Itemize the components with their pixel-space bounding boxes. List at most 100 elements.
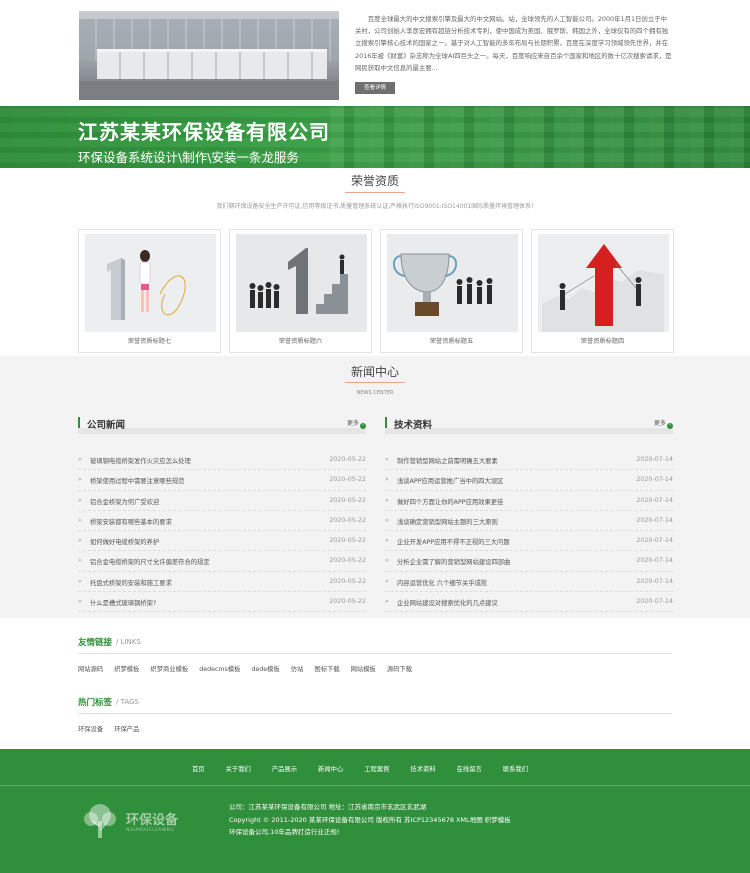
list-item[interactable]: » 做好四个方面让你的APP应用效果更佳 2020-07-14 bbox=[385, 491, 673, 511]
more-arrow-icon[interactable]: › bbox=[360, 423, 366, 429]
footer-logo: 环保设备 NOUMOUCLEANING bbox=[80, 801, 200, 841]
list-item[interactable]: » 托盘式桥架的安装和施工要求 2020-05-22 bbox=[78, 572, 366, 593]
friend-link[interactable]: 仿站 bbox=[291, 666, 304, 673]
news-item-title[interactable]: 浅谈确定营销型网站主题的三大原则 bbox=[397, 517, 498, 526]
news-item-title[interactable]: 企业开发APP应用不得不正视的三大问题 bbox=[397, 537, 510, 546]
news-item-date: 2020-07-14 bbox=[636, 476, 673, 484]
honor-caption[interactable]: 荣誉资质标题四 bbox=[532, 336, 673, 345]
footer-nav-item[interactable]: 工程案例 bbox=[364, 764, 389, 773]
list-item[interactable]: » 浅谈APP应用运营推广当中的四大误区 2020-07-14 bbox=[385, 470, 673, 491]
news-item-date: 2020-07-14 bbox=[636, 577, 673, 585]
list-item[interactable]: » 分析企业需了解的营销型网站建设四部曲 2020-07-14 bbox=[385, 551, 673, 572]
bullet-arrow-icon: » bbox=[78, 537, 82, 545]
list-item[interactable]: » 玻璃钢电缆桥架发作火灾应怎么处理 2020-05-22 bbox=[78, 450, 366, 471]
news-item-title[interactable]: 企业网站建设对搜索优化的几点建议 bbox=[397, 598, 498, 607]
list-item[interactable]: » 铝合金电缆桥架的尺寸允许偏差符合的规定 2020-05-22 bbox=[78, 551, 366, 572]
honor-illustration-trophy bbox=[387, 234, 518, 332]
list-item[interactable]: » 桥架使用过程中需要注意哪些规范 2020-05-22 bbox=[78, 470, 366, 491]
list-item[interactable]: » 如何做好电缆桥架的养护 2020-05-22 bbox=[78, 531, 366, 552]
friend-link[interactable]: 图标下载 bbox=[314, 666, 339, 673]
honor-caption[interactable]: 荣誉资质标题七 bbox=[79, 336, 220, 345]
more-label[interactable]: 更多 bbox=[347, 420, 359, 427]
friend-link[interactable]: 织梦模板 bbox=[114, 666, 139, 673]
honor-card[interactable]: 荣誉资质标题五 bbox=[380, 229, 523, 353]
news-item-title[interactable]: 制作营销型网站之前需明确五大要素 bbox=[397, 456, 498, 465]
footer-nav-item[interactable]: 技术资料 bbox=[410, 764, 435, 773]
footer: 首页 关于我们 产品展示 新闻中心 工程案例 技术资料 在线留言 联系我们 环保… bbox=[0, 749, 750, 873]
about-more-button[interactable]: 查看详情 bbox=[355, 82, 395, 94]
list-item[interactable]: » 企业开发APP应用不得不正视的三大问题 2020-07-14 bbox=[385, 531, 673, 552]
news-item-title[interactable]: 内容运营优化 六个细节关乎成败 bbox=[397, 578, 487, 587]
tags-header: 热门标签 / TAGS bbox=[78, 694, 672, 714]
more-arrow-icon[interactable]: › bbox=[667, 423, 673, 429]
news-item-title[interactable]: 桥架使用过程中需要注意哪些规范 bbox=[90, 476, 184, 485]
bullet-arrow-icon: » bbox=[385, 577, 389, 585]
honor-caption[interactable]: 荣誉资质标题五 bbox=[381, 336, 522, 345]
honor-illustration-red-arrow bbox=[538, 234, 669, 332]
list-item[interactable]: » 企业网站建设对搜索优化的几点建议 2020-07-14 bbox=[385, 592, 673, 613]
tech-docs-more-link[interactable]: 更多 › bbox=[654, 418, 673, 429]
honor-caption[interactable]: 荣誉资质标题六 bbox=[230, 336, 371, 345]
honor-card[interactable]: 荣誉资质标题七 bbox=[78, 229, 221, 353]
footer-nav-item[interactable]: 产品展示 bbox=[272, 764, 297, 773]
news-item-title[interactable]: 铝合金电缆桥架的尺寸允许偏差符合的规定 bbox=[90, 557, 210, 566]
footer-nav-item[interactable]: 关于我们 bbox=[226, 764, 251, 773]
list-item[interactable]: » 浅谈确定营销型网站主题的三大原则 2020-07-14 bbox=[385, 511, 673, 532]
news-item-title[interactable]: 做好四个方面让你的APP应用效果更佳 bbox=[397, 497, 503, 506]
news-item-date: 2020-07-14 bbox=[636, 537, 673, 545]
friend-link[interactable]: 网站模板 bbox=[351, 666, 376, 673]
honor-card[interactable]: 荣誉资质标题四 bbox=[531, 229, 674, 353]
news-item-title[interactable]: 分析企业需了解的营销型网站建设四部曲 bbox=[397, 557, 510, 566]
tags-title: 热门标签 bbox=[78, 698, 113, 708]
photo-ground bbox=[79, 81, 339, 100]
friend-link[interactable]: 网站源码 bbox=[78, 666, 103, 673]
friend-link[interactable]: dede模板 bbox=[251, 666, 279, 673]
tag-link[interactable]: 环保设备 bbox=[78, 726, 103, 733]
tech-docs-list: » 制作营销型网站之前需明确五大要素 2020-07-14 » 浅谈APP应用运营推广… bbox=[385, 450, 673, 613]
news-item-title[interactable]: 浅谈APP应用运营推广当中的四大误区 bbox=[397, 476, 503, 485]
more-label[interactable]: 更多 bbox=[654, 420, 666, 427]
footer-nav-item[interactable]: 新闻中心 bbox=[318, 764, 343, 773]
footer-nav-item[interactable]: 在线留言 bbox=[457, 764, 482, 773]
list-item[interactable]: » 制作营销型网站之前需明确五大要素 2020-07-14 bbox=[385, 450, 673, 471]
honor-image[interactable] bbox=[538, 234, 669, 332]
honor-illustration-stairs-team bbox=[236, 234, 367, 332]
news-item-date: 2020-05-22 bbox=[329, 516, 366, 524]
company-news-list: » 玻璃钢电缆桥架发作火灾应怎么处理 2020-05-22 » 桥架使用过程中需要注意… bbox=[78, 450, 366, 613]
list-item[interactable]: » 什么是槽式玻璃钢桥架? 2020-05-22 bbox=[78, 592, 366, 613]
bullet-arrow-icon: » bbox=[78, 516, 82, 524]
photo-equipment bbox=[97, 49, 327, 79]
news-item-title[interactable]: 如何做好电缆桥架的养护 bbox=[90, 537, 159, 546]
footer-nav-item[interactable]: 联系我们 bbox=[503, 764, 528, 773]
friend-link[interactable]: 织梦商业模板 bbox=[150, 666, 188, 673]
list-item[interactable]: » 桥架安装都有哪些基本的要求 2020-05-22 bbox=[78, 511, 366, 532]
footer-slogan: 环保设备公司,10年品牌打造行业正规! bbox=[229, 828, 340, 836]
footer-nav-item[interactable]: 首页 bbox=[192, 764, 205, 773]
footer-logo-en: NOUMOUCLEANING bbox=[126, 828, 175, 833]
friend-link[interactable]: 源码下载 bbox=[387, 666, 412, 673]
list-item[interactable]: » 铝合金桥架为何广受欢迎 2020-05-22 bbox=[78, 491, 366, 511]
about-section: 百度全球最大的中文搜索引擎及最大的中文网站。站，全球领先的人工智能公司。2000… bbox=[0, 0, 750, 106]
honor-image[interactable] bbox=[236, 234, 367, 332]
honor-card[interactable]: 荣誉资质标题六 bbox=[229, 229, 372, 353]
news-subtitle: NEWS CENTER bbox=[356, 390, 394, 396]
news-item-title[interactable]: 玻璃钢电缆桥架发作火灾应怎么处理 bbox=[90, 456, 191, 465]
honor-image[interactable] bbox=[387, 234, 518, 332]
links-title: 友情链接 bbox=[78, 638, 113, 648]
bullet-arrow-icon: » bbox=[385, 496, 389, 504]
honor-image[interactable] bbox=[85, 234, 216, 332]
tree-logo-icon bbox=[84, 804, 116, 838]
bullet-arrow-icon: » bbox=[78, 476, 82, 484]
news-item-title[interactable]: 什么是槽式玻璃钢桥架? bbox=[90, 598, 156, 607]
company-news-column: 公司新闻 更多 › » 玻璃钢电缆桥架发作火灾应怎么处理 2020-05-22 » 桥架… bbox=[78, 414, 366, 613]
tag-link[interactable]: 环保产品 bbox=[114, 726, 139, 733]
news-item-title[interactable]: 托盘式桥架的安装和施工要求 bbox=[90, 578, 172, 587]
friend-link[interactable]: dedecms模板 bbox=[199, 666, 240, 673]
news-item-title[interactable]: 铝合金桥架为何广受欢迎 bbox=[90, 497, 159, 506]
about-photo bbox=[79, 11, 339, 100]
list-item[interactable]: » 内容运营优化 六个细节关乎成败 2020-07-14 bbox=[385, 572, 673, 593]
company-news-more-link[interactable]: 更多 › bbox=[347, 418, 366, 429]
news-item-date: 2020-07-14 bbox=[636, 516, 673, 524]
news-item-title[interactable]: 桥架安装都有哪些基本的要求 bbox=[90, 517, 172, 526]
bullet-arrow-icon: » bbox=[78, 598, 82, 606]
